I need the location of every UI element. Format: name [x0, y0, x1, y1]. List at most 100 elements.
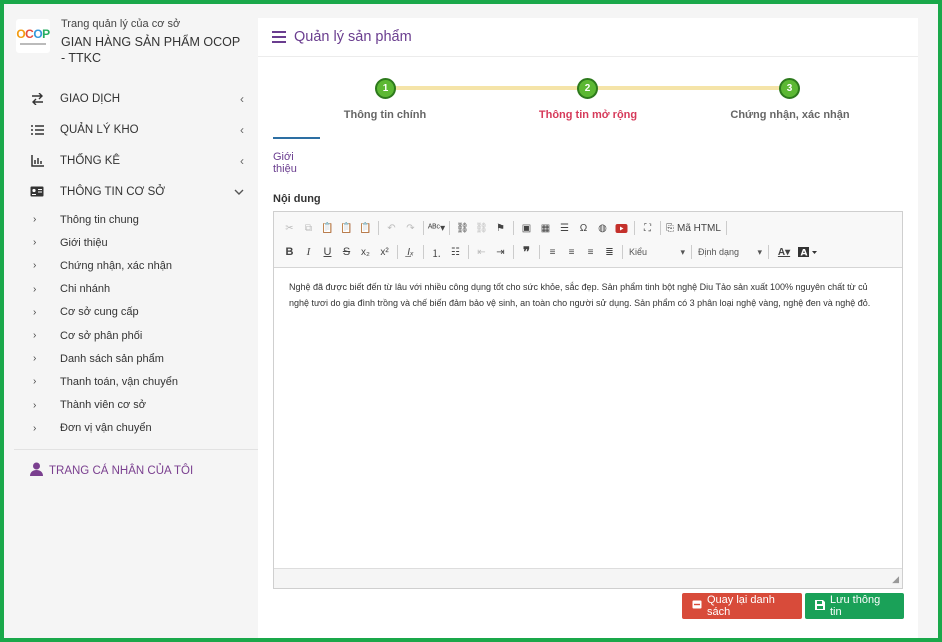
submenu-item-chi-nhanh[interactable]: › Chi nhánh	[8, 278, 258, 301]
sidebar-item-thong-tin-co-so[interactable]: THÔNG TIN CƠ SỞ	[8, 176, 258, 207]
undo-icon[interactable]: ↶	[382, 219, 401, 237]
blockquote-icon[interactable]: ❞	[517, 243, 536, 261]
redo-icon[interactable]: ↷	[401, 219, 420, 237]
anchor-flag-icon[interactable]: ⚑	[491, 219, 510, 237]
paste-word-icon[interactable]: 📋	[356, 219, 375, 237]
chevron-left-icon: ‹	[240, 153, 244, 168]
source-button[interactable]: ⎘ Mã HTML	[664, 219, 723, 237]
link-icon[interactable]: ⛓	[453, 219, 472, 237]
submenu-item-danh-sach-san-pham[interactable]: › Danh sách sản phẩm	[8, 347, 258, 370]
caret-down-icon: ▾	[680, 246, 685, 257]
copy-icon[interactable]: ⧉	[299, 219, 318, 237]
sidebar-item-giao-dich[interactable]: GIAO DỊCH ‹	[8, 83, 258, 114]
align-right-icon[interactable]: ≡	[581, 243, 600, 261]
submenu-item-co-so-cung-cap[interactable]: › Cơ sở cung cấp	[8, 301, 258, 324]
spellcheck-icon[interactable]: ᴬᴮᶜ▾	[427, 219, 446, 237]
content-field-label: Nội dung	[273, 193, 321, 205]
save-button[interactable]: Lưu thông tin	[805, 593, 904, 619]
toolbar-separator	[725, 221, 727, 235]
editor-footer: ◢	[274, 568, 902, 588]
submenu-item-label: Thành viên cơ sở	[60, 399, 146, 412]
format-dropdown[interactable]: Định dạng ▾	[695, 247, 765, 258]
step-2-dot[interactable]: 2	[577, 78, 598, 99]
submenu-item-co-so-phan-phoi[interactable]: › Cơ sở phân phối	[8, 324, 258, 347]
toolbar-separator	[539, 245, 540, 259]
submenu-item-thanh-toan[interactable]: › Thanh toán, vận chuyển	[8, 370, 258, 393]
submenu-item-thanh-vien[interactable]: › Thành viên cơ sở	[8, 394, 258, 417]
table-icon[interactable]: ▦	[536, 219, 555, 237]
bulleted-list-icon[interactable]: ☷	[446, 243, 465, 261]
indent-icon[interactable]: ⇥	[491, 243, 510, 261]
sidebar-item-thong-ke[interactable]: THỐNG KÊ ‹	[8, 145, 258, 176]
format-dropdown-label: Định dạng	[698, 247, 740, 257]
back-button-label: Quay lại danh sách	[707, 594, 775, 618]
main-header: Quản lý sản phẩm	[258, 18, 918, 57]
submenu-item-don-vi-van-chuyen[interactable]: › Đơn vị vận chuyển	[8, 417, 258, 440]
remove-format-icon[interactable]: I̲ₓ	[401, 243, 420, 261]
back-to-list-button[interactable]: Quay lại danh sách	[682, 593, 802, 619]
sidebar-item-label: THỐNG KÊ	[60, 154, 121, 167]
profile-link[interactable]: TRANG CÁ NHÂN CỦA TÔI	[8, 450, 258, 481]
subscript-icon[interactable]: x₂	[356, 243, 375, 261]
resize-handle-icon[interactable]: ◢	[892, 574, 899, 585]
text-color-icon[interactable]: A▾	[772, 243, 796, 261]
image-icon[interactable]: ▣	[517, 219, 536, 237]
submenu-item-thong-tin-chung[interactable]: › Thông tin chung	[8, 208, 258, 231]
toolbar-separator	[634, 221, 635, 235]
step-3-label: Chứng nhận, xác nhận	[730, 109, 850, 121]
bar-chart-icon	[30, 154, 44, 168]
align-center-icon[interactable]: ≡	[562, 243, 581, 261]
submenu-item-label: Thanh toán, vận chuyển	[60, 375, 179, 388]
sidebar-item-label: GIAO DỊCH	[60, 92, 121, 105]
editor-content[interactable]: Nghệ đã được biết đến từ lâu với nhiều c…	[274, 268, 902, 322]
paste-icon[interactable]: 📋	[318, 219, 337, 237]
brand: OCOP Trang quản lý của cơ sở GIAN HÀNG S…	[8, 8, 258, 80]
step-3-dot[interactable]: 3	[779, 78, 800, 99]
step-1-dot[interactable]: 1	[375, 78, 396, 99]
underline-icon[interactable]: U	[318, 243, 337, 261]
iframe-globe-icon[interactable]: ◍	[593, 219, 612, 237]
chevron-right-icon: ›	[33, 214, 37, 226]
main-panel: Quản lý sản phẩm 1 2 3 Thông tin chính T…	[258, 18, 918, 638]
tab-gioi-thieu[interactable]: Giới thiệu	[273, 137, 320, 175]
paste-text-icon[interactable]: 📋	[337, 219, 356, 237]
sidebar-item-quan-ly-kho[interactable]: QUẢN LÝ KHO ‹	[8, 114, 258, 145]
outdent-icon[interactable]: ⇤	[472, 243, 491, 261]
wizard-steps: 1 2 3 Thông tin chính Thông tin mở rộng …	[258, 57, 918, 137]
numbered-list-icon[interactable]: ⒈	[427, 243, 446, 261]
strikethrough-icon[interactable]: S	[337, 243, 356, 261]
brand-name: GIAN HÀNG SẢN PHẨM OCOP - TTKC	[61, 35, 240, 65]
submenu-item-gioi-thieu[interactable]: › Giới thiệu	[8, 231, 258, 254]
form-area: Giới thiệu Nội dung ✂ ⧉ 📋 📋 📋 ↶ ↷ ᴬᴮᶜ▾ ⛓…	[273, 137, 903, 589]
align-left-icon[interactable]: ≡	[543, 243, 562, 261]
back-icon	[692, 600, 702, 612]
user-icon	[30, 462, 43, 481]
sidebar: OCOP Trang quản lý của cơ sở GIAN HÀNG S…	[8, 8, 258, 638]
bold-icon[interactable]: B	[280, 243, 299, 261]
bg-color-icon[interactable]: A	[796, 243, 820, 261]
align-justify-icon[interactable]: ≣	[600, 243, 619, 261]
chevron-right-icon: ›	[33, 306, 37, 318]
submenu-item-chung-nhan[interactable]: › Chứng nhận, xác nhận	[8, 254, 258, 277]
toolbar-separator	[423, 221, 424, 235]
form-actions: Quay lại danh sách Lưu thông tin	[682, 593, 904, 619]
submenu-item-label: Thông tin chung	[60, 213, 139, 226]
style-dropdown[interactable]: Kiểu ▾	[626, 247, 688, 258]
maximize-icon[interactable]: ⛶	[638, 219, 657, 237]
toolbar-separator	[660, 221, 661, 235]
chevron-right-icon: ›	[33, 376, 37, 388]
sidebar-item-label: QUẢN LÝ KHO	[60, 123, 139, 136]
brand-subtitle: Trang quản lý của cơ sở	[61, 18, 181, 30]
special-char-icon[interactable]: Ω	[574, 219, 593, 237]
rich-text-editor: ✂ ⧉ 📋 📋 📋 ↶ ↷ ᴬᴮᶜ▾ ⛓ ⛓ ⚑ ▣ ▦ ☰ Ω ◍ ⛶ ⎘ M…	[273, 211, 903, 589]
cut-icon[interactable]: ✂	[280, 219, 299, 237]
italic-icon[interactable]: I	[299, 243, 318, 261]
submenu-item-label: Chứng nhận, xác nhận	[60, 259, 172, 272]
superscript-icon[interactable]: x²	[375, 243, 394, 261]
sidebar-item-label: THÔNG TIN CƠ SỞ	[60, 185, 166, 198]
horizontal-rule-icon[interactable]: ☰	[555, 219, 574, 237]
hamburger-menu-icon[interactable]	[272, 31, 286, 43]
unlink-icon[interactable]: ⛓	[472, 219, 491, 237]
youtube-icon[interactable]	[612, 219, 631, 237]
logo-letter-o2: O	[33, 26, 43, 41]
